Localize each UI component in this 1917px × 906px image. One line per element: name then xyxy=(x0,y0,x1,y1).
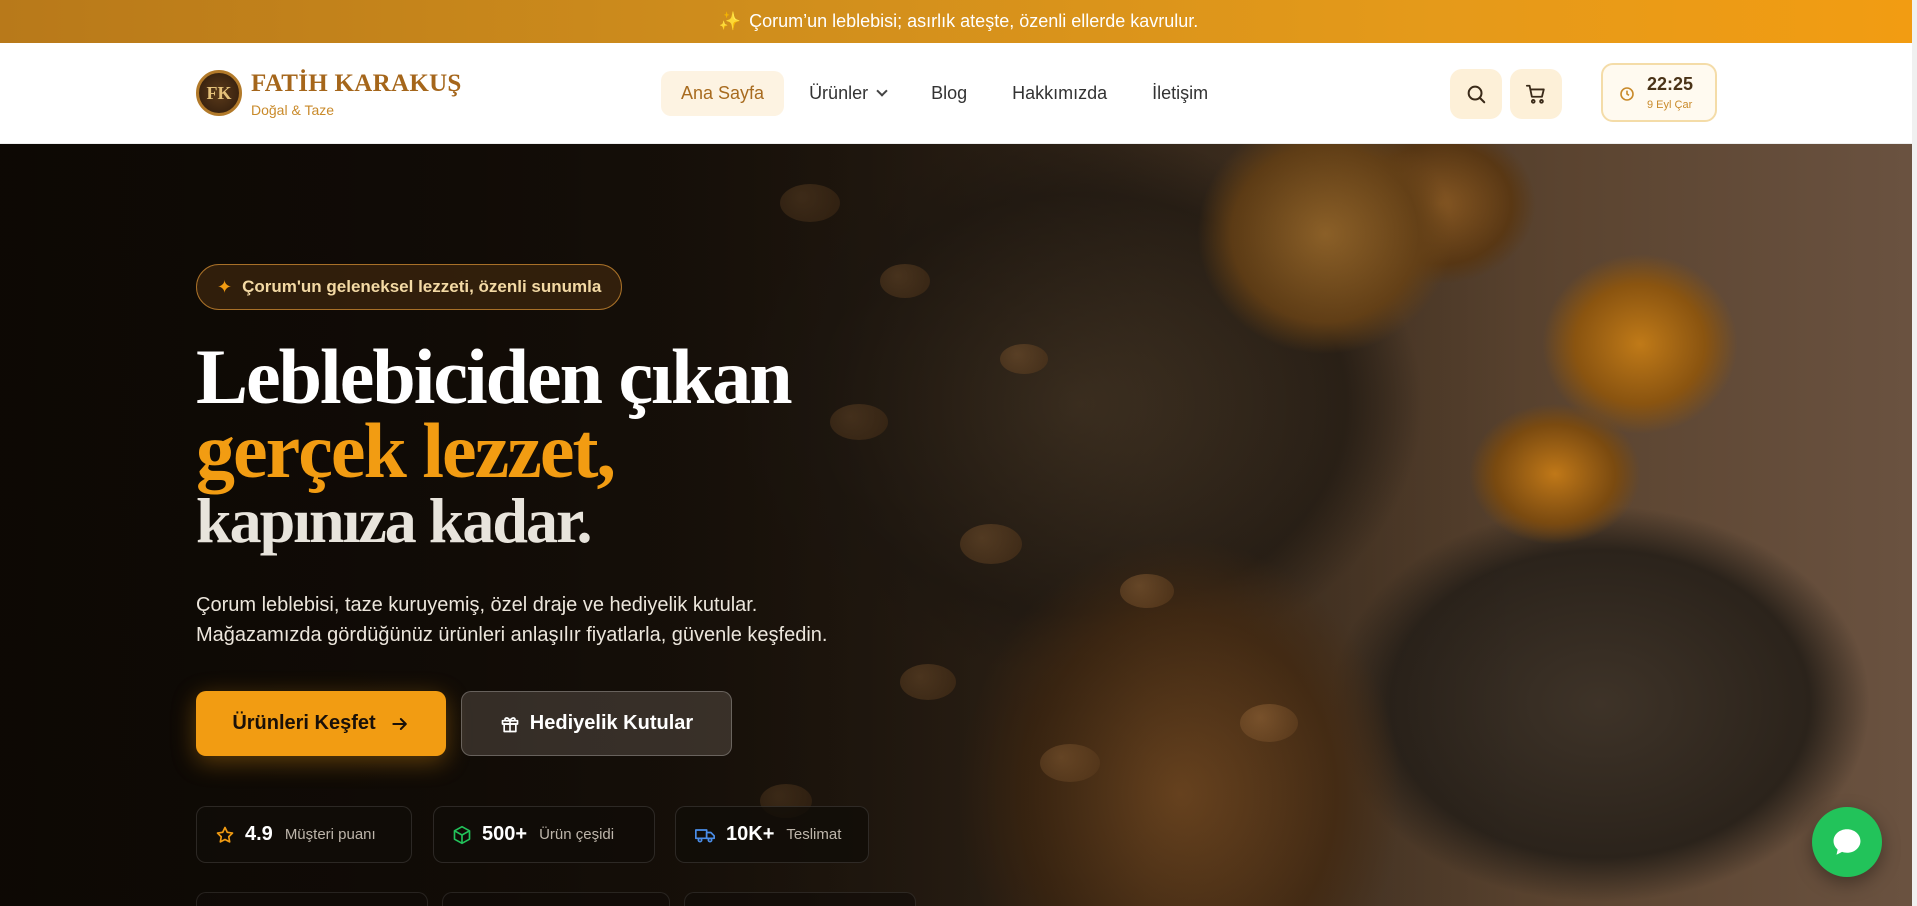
site-header: FK FATİH KARAKUŞ Doğal & Taze Ana Sayfa … xyxy=(0,43,1912,144)
search-icon xyxy=(1467,85,1486,104)
promo-text: Çorum’un leblebisi; asırlık ateşte, özen… xyxy=(749,11,1199,31)
explore-products-button[interactable]: Ürünleri Keşfet xyxy=(196,691,446,756)
hero-badge: ✦ Çorum'un geleneksel lezzeti, özenli su… xyxy=(196,264,623,310)
brand-logo[interactable]: FK xyxy=(196,70,242,116)
stat-deliveries: 10K+ Teslimat xyxy=(675,806,869,863)
clock-icon xyxy=(1620,87,1634,101)
nav-item-blog[interactable]: Blog xyxy=(911,71,987,116)
clock-widget: 22:25 9 Eyl Çar xyxy=(1601,63,1717,122)
chat-button[interactable] xyxy=(1812,807,1882,877)
sparkle-icon: ✨ xyxy=(718,11,742,31)
star-icon xyxy=(216,826,234,843)
chevron-down-icon xyxy=(876,85,888,97)
truck-icon xyxy=(695,828,715,842)
sparkle-icon: ✦ xyxy=(217,276,233,297)
gift-icon xyxy=(501,716,519,732)
chat-bubble-icon xyxy=(1833,829,1861,855)
cart-icon xyxy=(1525,84,1545,104)
nav-item-home[interactable]: Ana Sayfa xyxy=(661,70,785,116)
nav-item-contact[interactable]: İletişim xyxy=(1132,71,1228,116)
main-nav: Ana Sayfa Ürünler Blog Hakkımızda İletiş… xyxy=(661,69,1233,117)
feature-card xyxy=(196,892,428,906)
hero-headline-line3: kapınıza kadar. xyxy=(196,485,592,556)
feature-card xyxy=(442,892,670,906)
feature-card xyxy=(684,892,916,906)
promo-bar: ✨ Çorum’un leblebisi; asırlık ateşte, öz… xyxy=(0,0,1917,43)
gift-boxes-button[interactable]: Hediyelik Kutular xyxy=(461,691,732,756)
clock-time: 22:25 xyxy=(1647,74,1694,94)
hero-section: ✦ Çorum'un geleneksel lezzeti, özenli su… xyxy=(0,144,1912,906)
nav-item-about[interactable]: Hakkımızda xyxy=(992,71,1127,116)
scrollbar[interactable] xyxy=(1912,0,1917,906)
nav-item-products[interactable]: Ürünler xyxy=(789,71,906,116)
hero-description: Çorum leblebisi, taze kuruyemiş, özel dr… xyxy=(196,594,828,646)
stat-products: 500+ Ürün çeşidi xyxy=(433,806,655,863)
box-icon xyxy=(453,825,471,844)
brand-tagline: Doğal & Taze xyxy=(251,102,335,118)
brand-name[interactable]: FATİH KARAKUŞ xyxy=(251,70,462,98)
arrow-right-icon xyxy=(392,717,407,730)
clock-date: 9 Eyl Çar xyxy=(1647,99,1693,111)
cart-button[interactable] xyxy=(1510,69,1562,119)
search-button[interactable] xyxy=(1450,69,1502,119)
hero-headline-line2: gerçek lezzet, xyxy=(196,407,616,494)
stat-rating: 4.9 Müşteri puanı xyxy=(196,806,412,863)
